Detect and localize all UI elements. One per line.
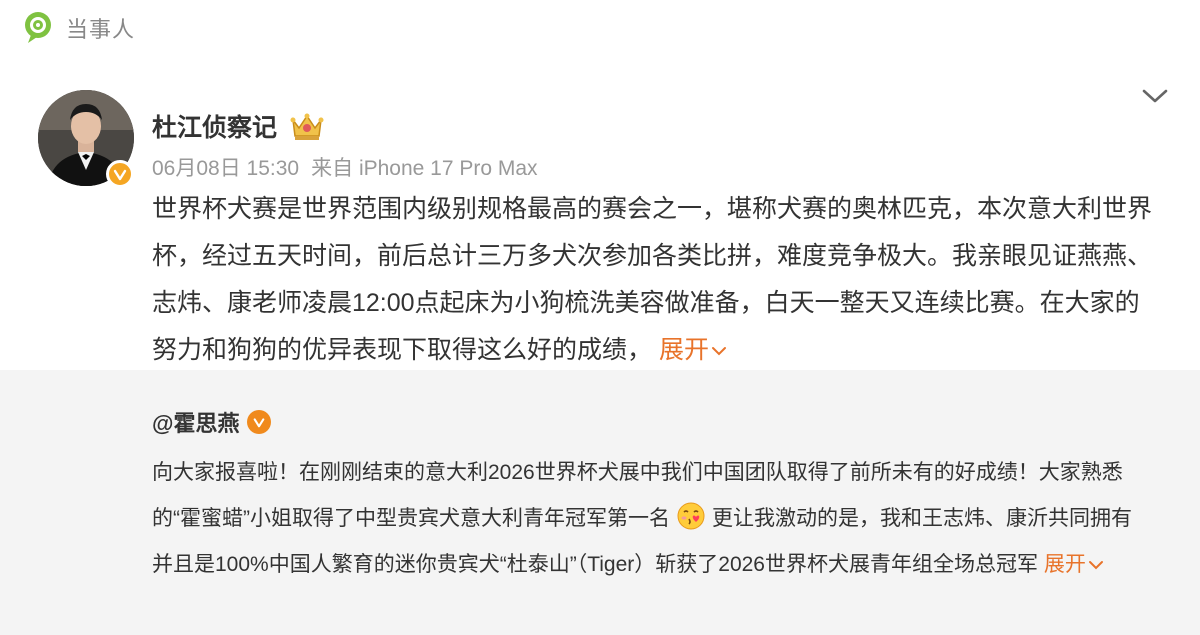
expand-link[interactable]: 展开: [659, 336, 727, 364]
author-name[interactable]: 杜江侦察记: [152, 108, 277, 144]
author-row: 杜江侦察记: [152, 108, 325, 144]
chevron-down-icon: [711, 347, 726, 356]
retweet-author-name[interactable]: @霍思燕: [152, 406, 239, 438]
chevron-down-icon: [1142, 89, 1168, 103]
post-source: 来自 iPhone 17 Pro Max: [311, 157, 538, 180]
header-label: 当事人: [66, 17, 136, 42]
retweet-body: 向大家报喜啦！在刚刚结束的意大利2026世界杯犬展中我们中国团队取得了前所未有的…: [152, 450, 1152, 588]
retweet-block[interactable]: @霍思燕 向大家报喜啦！在刚刚结束的意大利2026世界杯犬展中我们中国团队取得了…: [0, 370, 1200, 635]
post-meta: 06月08日 15:30 来自 iPhone 17 Pro Max: [152, 152, 538, 182]
kiss-heart-emoji-icon: [677, 502, 705, 530]
crown-badge-icon: [290, 113, 324, 140]
weibo-party-icon: [25, 12, 51, 43]
weibo-post-card: 当事人 杜江侦察记 06月08日 15:30 来自 iPhone 17 Pro M…: [0, 0, 1200, 635]
post-text: 世界杯犬赛是世界范围内级别规格最高的赛会之一，堪称犬赛的奥林匹克，本次意大利世界…: [152, 195, 1153, 364]
chevron-down-icon: [1088, 561, 1103, 570]
expand-label: 展开: [658, 336, 709, 364]
post-time[interactable]: 06月08日 15:30: [152, 157, 299, 180]
party-header: 当事人: [22, 10, 135, 46]
verified-badge-icon: [247, 410, 272, 434]
retweet-expand-link[interactable]: 展开: [1044, 553, 1104, 576]
post-body: 世界杯犬赛是世界范围内级别规格最高的赛会之一，堪称犬赛的奥林匹克，本次意大利世界…: [152, 186, 1162, 374]
more-options-button[interactable]: [1140, 84, 1170, 108]
verified-badge-icon: [106, 160, 134, 188]
expand-label: 展开: [1043, 553, 1086, 576]
retweet-author-row: @霍思燕: [152, 406, 272, 438]
